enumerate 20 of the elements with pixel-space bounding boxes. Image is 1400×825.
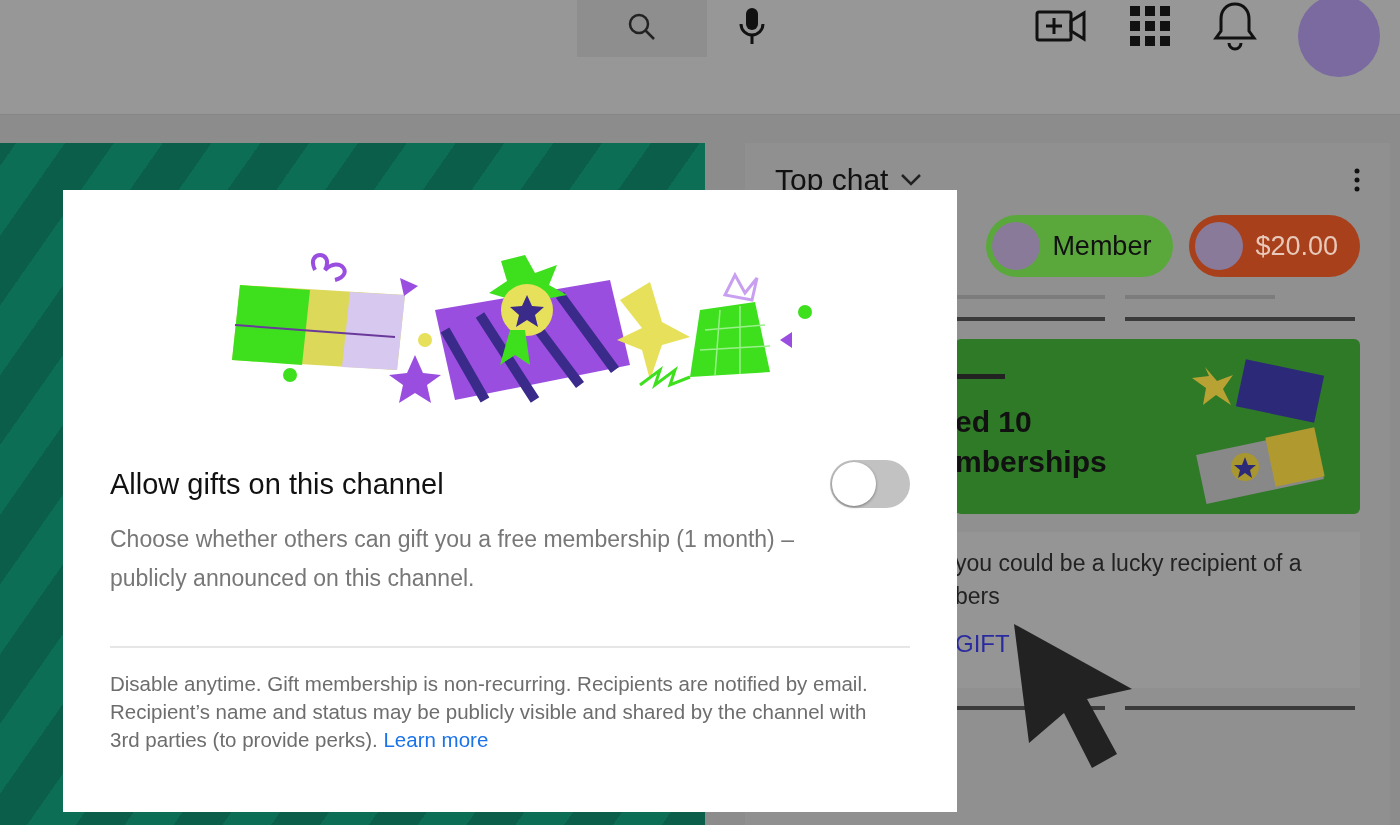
avatar-icon bbox=[992, 222, 1041, 270]
banner-title: ed 10 bbox=[955, 405, 1033, 439]
microphone-icon[interactable] bbox=[737, 6, 767, 46]
dialog-description: Choose whether others can gift you a free membership (1 month) – publicly announced on this channel. bbox=[110, 525, 795, 593]
banner-title: mberships bbox=[955, 445, 1107, 479]
search-button[interactable] bbox=[577, 0, 707, 57]
disclaimer-text: Disable anytime. Gift membership is non-recurring. Recipients are notified by email. Recipient’s name and status may be publicly visible and shared by the channel with 3rd parties (to provide perks). Learn more bbox=[110, 671, 869, 753]
toggle-switch[interactable] bbox=[830, 460, 910, 508]
more-vertical-icon[interactable] bbox=[1354, 168, 1360, 192]
dialog-title: Allow gifts on this channel bbox=[110, 467, 444, 501]
apps-grid-icon[interactable] bbox=[1128, 4, 1172, 48]
chevron-down-icon[interactable] bbox=[900, 173, 923, 187]
chat-chip[interactable]: $20.00 bbox=[1189, 215, 1360, 277]
learn-more-link[interactable]: Learn more bbox=[383, 728, 489, 751]
avatar-icon bbox=[1195, 222, 1244, 270]
card-text: you could be a lucky recipient of a bbox=[955, 550, 1303, 577]
card-text: bers bbox=[955, 583, 1001, 610]
bell-icon[interactable] bbox=[1212, 0, 1258, 52]
gift-link[interactable]: GIFT bbox=[955, 630, 1010, 658]
chat-chip[interactable]: Member bbox=[986, 215, 1174, 277]
